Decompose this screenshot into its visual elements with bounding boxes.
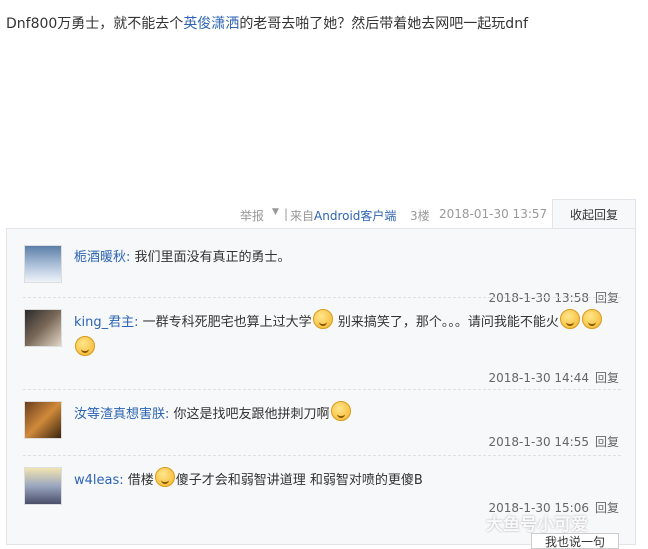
commenter-name[interactable]: 栀酒暖秋: — [74, 250, 130, 265]
smiley-emoji-icon — [75, 336, 95, 356]
comment-text-part1: 一群专科死肥宅也算上过大学 — [142, 315, 312, 330]
comment-text-line: 栀酒暖秋: 我们里面没有真正的勇士。 — [74, 245, 614, 271]
avatar[interactable] — [24, 309, 62, 347]
comment-text-line: king_君主: 一群专科死肥宅也算上过大学 别来搞笑了，那个。。。请问我能不能… — [74, 309, 614, 363]
source-prefix: 来自 — [290, 209, 315, 223]
smiley-emoji-icon — [330, 401, 351, 421]
comment-divider — [23, 297, 621, 299]
post-keyword-link[interactable]: 英俊潇洒 — [183, 16, 239, 32]
comment-text: 我们里面没有真正的勇士。 — [134, 250, 291, 265]
comment-text: 你这是找吧友跟他拼刺刀啊 — [173, 407, 330, 422]
smiley-emoji-icon — [154, 467, 175, 487]
comment-divider — [23, 455, 621, 457]
meta-separator: | — [284, 207, 289, 221]
comment-divider — [23, 389, 621, 391]
floor-number: 3楼 — [410, 209, 430, 223]
post-text-after: 的老哥去啪了她？然后带着她去网吧一起玩dnf — [239, 16, 528, 32]
smiley-emoji-icon — [581, 309, 602, 329]
comment-text-line: 汝等渣真想害朕: 你这是找吧友跟他拼刺刀啊 — [74, 401, 614, 428]
say-one-button[interactable]: 我也说一句 — [531, 533, 619, 549]
comment-time: 2018-1-30 14:44 — [488, 371, 589, 385]
avatar[interactable] — [24, 401, 62, 439]
watermark: 大鱼号小可爱 — [486, 515, 588, 535]
post-content: Dnf800万勇士，就不能去个英俊潇洒的老哥去啪了她？然后带着她去网吧一起玩dn… — [6, 13, 636, 35]
comment-footer: 2018-1-30 14:44 回复 — [488, 369, 619, 386]
commenter-name[interactable]: king_君主: — [74, 315, 139, 330]
comment-text-part2: 别来搞笑了，那个。。。请问我能不能火 — [337, 315, 559, 330]
comment-time: 2018-1-30 14:55 — [488, 435, 589, 449]
commenter-name[interactable]: 汝等渣真想害朕: — [74, 407, 169, 422]
post-source: 来自Android客户端 — [290, 207, 396, 224]
report-link[interactable]: 举报 — [240, 207, 264, 224]
avatar[interactable] — [24, 245, 62, 283]
smiley-emoji-icon — [312, 309, 333, 329]
post-text-before: Dnf800万勇士，就不能去个 — [6, 16, 184, 32]
comment-footer: 2018-1-30 14:55 回复 — [488, 433, 619, 450]
post-time: 2018-01-30 13:57 — [439, 207, 548, 221]
client-link[interactable]: Android客户端 — [314, 209, 396, 223]
caret-down-icon[interactable]: ▼ — [272, 207, 279, 217]
comment-text-part1: 借楼 — [127, 473, 154, 488]
reply-button[interactable]: 回复 — [595, 501, 619, 515]
collapse-reply-button[interactable]: 收起回复 — [552, 199, 636, 229]
post-meta-bar: 举报 ▼ | 来自Android客户端 3楼 2018-01-30 13:57 — [0, 204, 648, 226]
comment-list: 栀酒暖秋: 我们里面没有真正的勇士。 2018-1-30 13:58 回复 kin… — [6, 228, 636, 545]
avatar[interactable] — [24, 467, 62, 505]
comment-text-part2: 傻子才会和弱智讲道理 和弱智对喷的更傻B — [175, 473, 423, 488]
reply-button[interactable]: 回复 — [595, 371, 619, 385]
commenter-name[interactable]: w4leas: — [74, 473, 124, 488]
comment-text-line: w4leas: 借楼 傻子才会和弱智讲道理 和弱智对喷的更傻B — [74, 467, 614, 494]
smiley-emoji-icon — [559, 309, 580, 329]
reply-button[interactable]: 回复 — [595, 435, 619, 449]
